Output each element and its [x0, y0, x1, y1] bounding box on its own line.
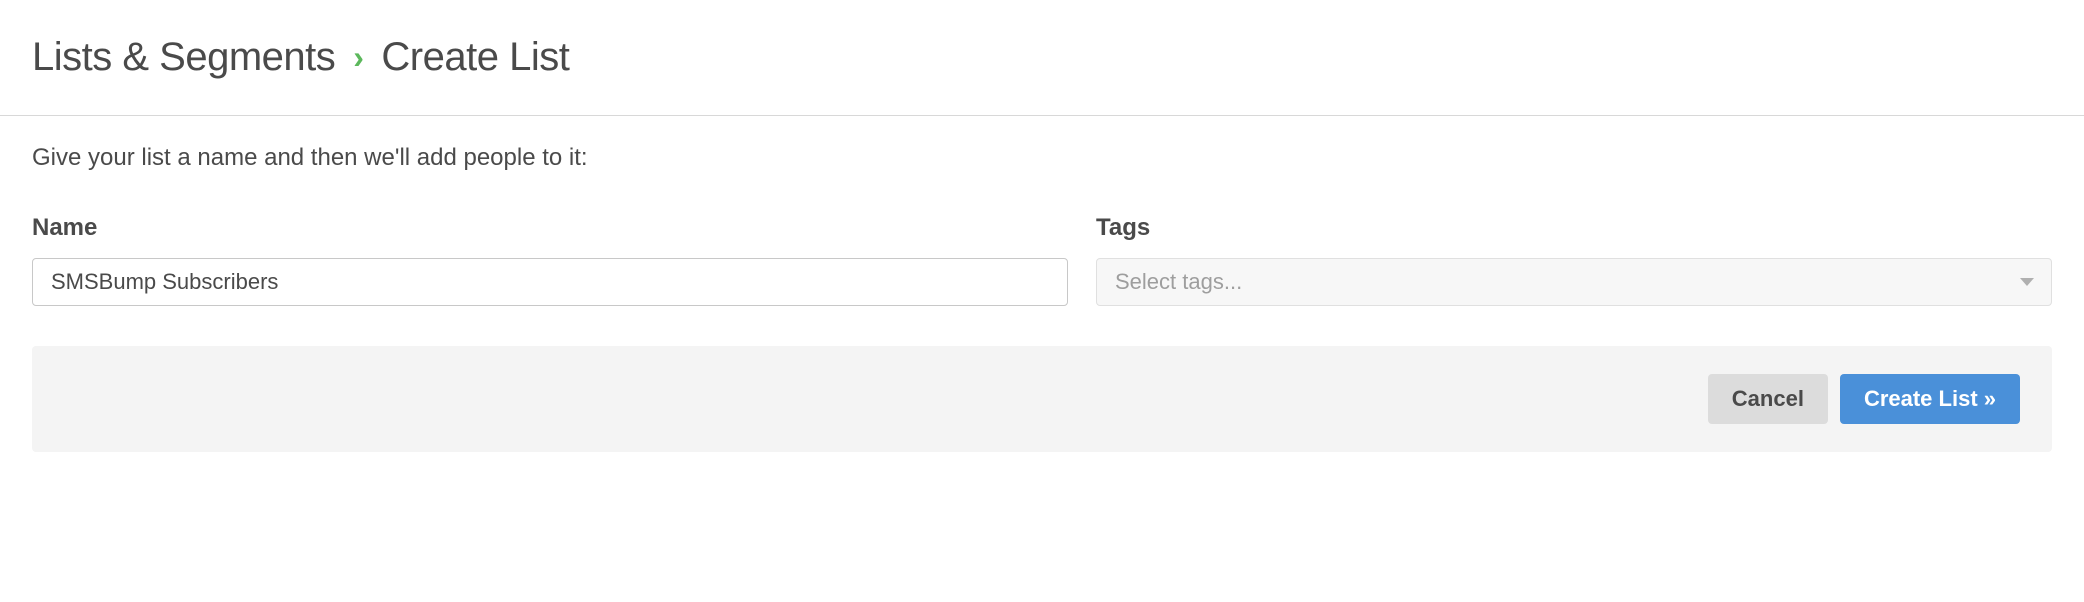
breadcrumb: Lists & Segments › Create List	[32, 35, 2052, 80]
name-field-group: Name	[32, 214, 1068, 306]
tags-field-group: Tags Select tags...	[1096, 214, 2052, 306]
footer-actions: Cancel Create List »	[32, 346, 2052, 452]
form-row: Name Tags Select tags...	[32, 214, 2052, 306]
create-list-button[interactable]: Create List »	[1840, 374, 2020, 424]
tags-placeholder: Select tags...	[1115, 269, 1242, 295]
chevron-right-icon: ›	[353, 39, 363, 76]
content-area: Give your list a name and then we'll add…	[0, 116, 2084, 306]
tags-select[interactable]: Select tags...	[1096, 258, 2052, 306]
breadcrumb-current: Create List	[381, 35, 569, 80]
instruction-text: Give your list a name and then we'll add…	[32, 144, 2052, 172]
cancel-button[interactable]: Cancel	[1708, 374, 1828, 424]
tags-label: Tags	[1096, 214, 2052, 242]
caret-down-icon	[2020, 278, 2034, 286]
name-label: Name	[32, 214, 1068, 242]
tags-select-wrapper: Select tags...	[1096, 258, 2052, 306]
name-input[interactable]	[32, 258, 1068, 306]
breadcrumb-root[interactable]: Lists & Segments	[32, 35, 335, 80]
page-header: Lists & Segments › Create List	[0, 0, 2084, 116]
